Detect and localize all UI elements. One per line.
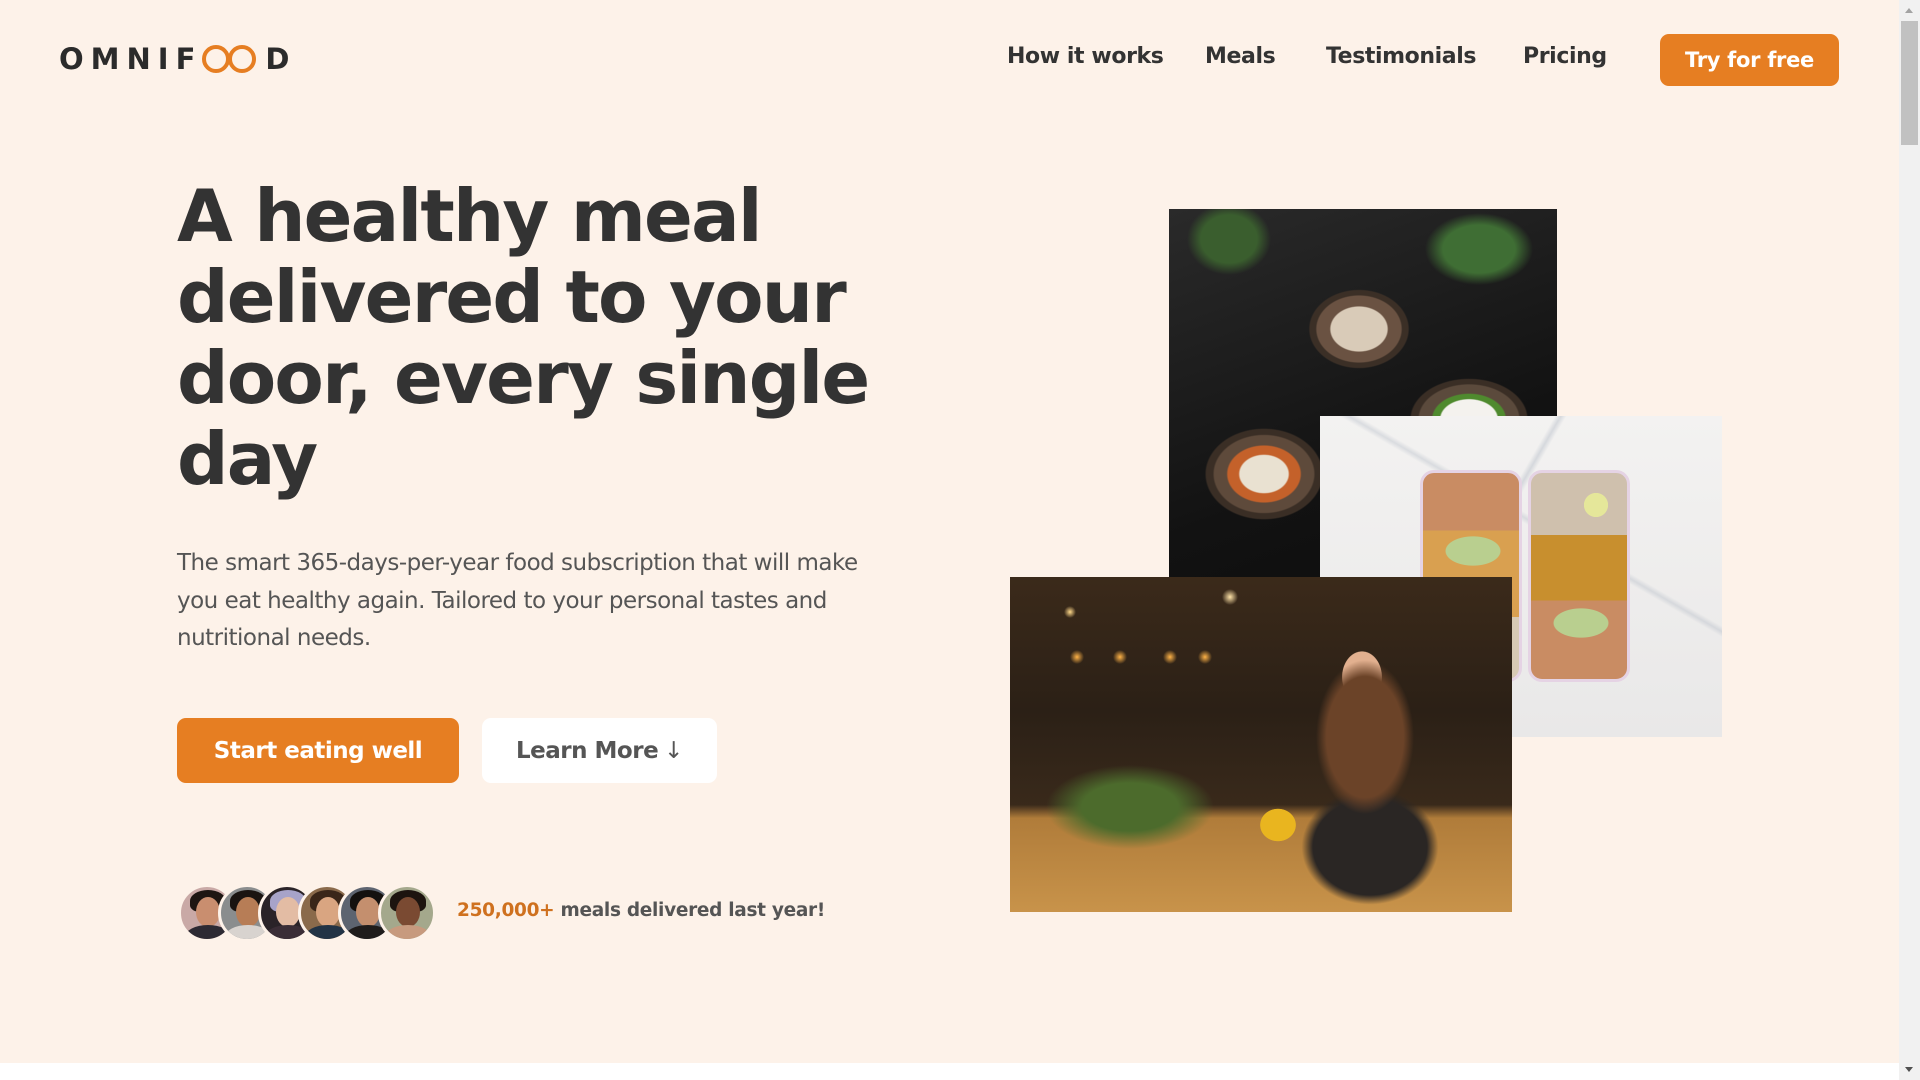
try-for-free-button[interactable]: Try for free [1660, 34, 1839, 86]
customer-avatars [178, 884, 448, 942]
learn-more-label: Learn More [516, 737, 659, 764]
hero-title: A healthy meal delivered to your door, e… [177, 174, 870, 501]
hero-description: The smart 365-days-per-year food subscri… [177, 550, 858, 651]
lunchbox-right-compartment [1528, 470, 1630, 682]
scroll-down-arrow-icon[interactable] [1905, 1067, 1913, 1072]
start-eating-well-button[interactable]: Start eating well [177, 718, 459, 783]
meals-caption: meals delivered last year! [554, 900, 826, 921]
page: OMNIF D How it works Meals Testimonials … [0, 0, 1899, 1080]
delivered-meals-text: 250,000+ meals delivered last year! [457, 900, 825, 921]
nav-link-pricing[interactable]: Pricing [1523, 44, 1607, 69]
vertical-scrollbar[interactable] [1899, 0, 1920, 1080]
logo-text-prefix: OMNIF [59, 42, 203, 76]
learn-more-button[interactable]: Learn More ↓ [482, 718, 717, 783]
arrow-down-icon: ↓ [664, 737, 683, 764]
nav-link-testimonials[interactable]: Testimonials [1326, 44, 1476, 69]
logo-text-suffix: D [265, 42, 290, 76]
logo[interactable]: OMNIF D [59, 42, 290, 76]
nav-link-how-it-works[interactable]: How it works [1007, 44, 1164, 69]
meals-count: 250,000+ [457, 900, 555, 921]
woman-eating-photo [1010, 577, 1512, 912]
infinity-oo-icon [202, 45, 257, 73]
nav-link-meals[interactable]: Meals [1205, 44, 1276, 69]
scrollbar-thumb[interactable] [1901, 21, 1918, 145]
scroll-up-arrow-icon[interactable] [1905, 8, 1913, 13]
avatar [378, 884, 436, 942]
